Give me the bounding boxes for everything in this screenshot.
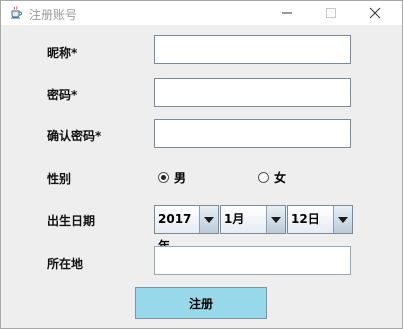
birth-year-select[interactable]: 2017年 <box>154 205 219 253</box>
triangle-down-icon <box>199 206 218 233</box>
gender-radio-male[interactable]: 男 <box>158 169 186 185</box>
nickname-label: 昵称* <box>47 46 78 60</box>
nickname-input[interactable] <box>154 35 351 64</box>
password-input[interactable] <box>154 78 351 107</box>
location-input[interactable] <box>154 246 351 275</box>
birth-date-label: 出生日期 <box>47 214 96 228</box>
close-icon <box>369 7 381 19</box>
radio-unchecked-icon <box>258 171 269 183</box>
window-title: 注册账号 <box>29 8 78 22</box>
register-window: 注册账号 昵称* 密码* 确认密码* 性别 男 女 出生日期 2017 1月 1… <box>0 0 403 329</box>
confirm-password-label: 确认密码* <box>47 129 102 143</box>
minimize-button[interactable] <box>265 1 309 25</box>
birth-day-value: 12日 <box>288 206 333 233</box>
triangle-down-icon <box>266 206 285 233</box>
birth-day-select[interactable]: 12日 <box>287 205 353 234</box>
maximize-button[interactable] <box>309 1 353 25</box>
maximize-icon <box>326 8 336 18</box>
register-button[interactable]: 注册 <box>135 287 267 319</box>
birth-month-select[interactable]: 1月 <box>220 205 286 234</box>
close-button[interactable] <box>353 1 397 25</box>
location-label: 所在地 <box>47 257 84 271</box>
title-bar: 注册账号 <box>1 1 402 25</box>
confirm-password-input[interactable] <box>154 119 351 148</box>
minimize-icon <box>282 12 292 14</box>
gender-label: 性别 <box>47 172 72 186</box>
birth-year-value: 2017年 <box>155 206 199 253</box>
gender-female-label: 女 <box>274 170 287 185</box>
java-cup-icon <box>9 5 23 19</box>
triangle-down-icon <box>333 206 352 233</box>
radio-checked-icon <box>158 171 169 183</box>
gender-male-label: 男 <box>174 170 187 185</box>
gender-radio-female[interactable]: 女 <box>258 169 286 185</box>
birth-month-value: 1月 <box>221 206 266 233</box>
password-label: 密码* <box>47 88 78 102</box>
